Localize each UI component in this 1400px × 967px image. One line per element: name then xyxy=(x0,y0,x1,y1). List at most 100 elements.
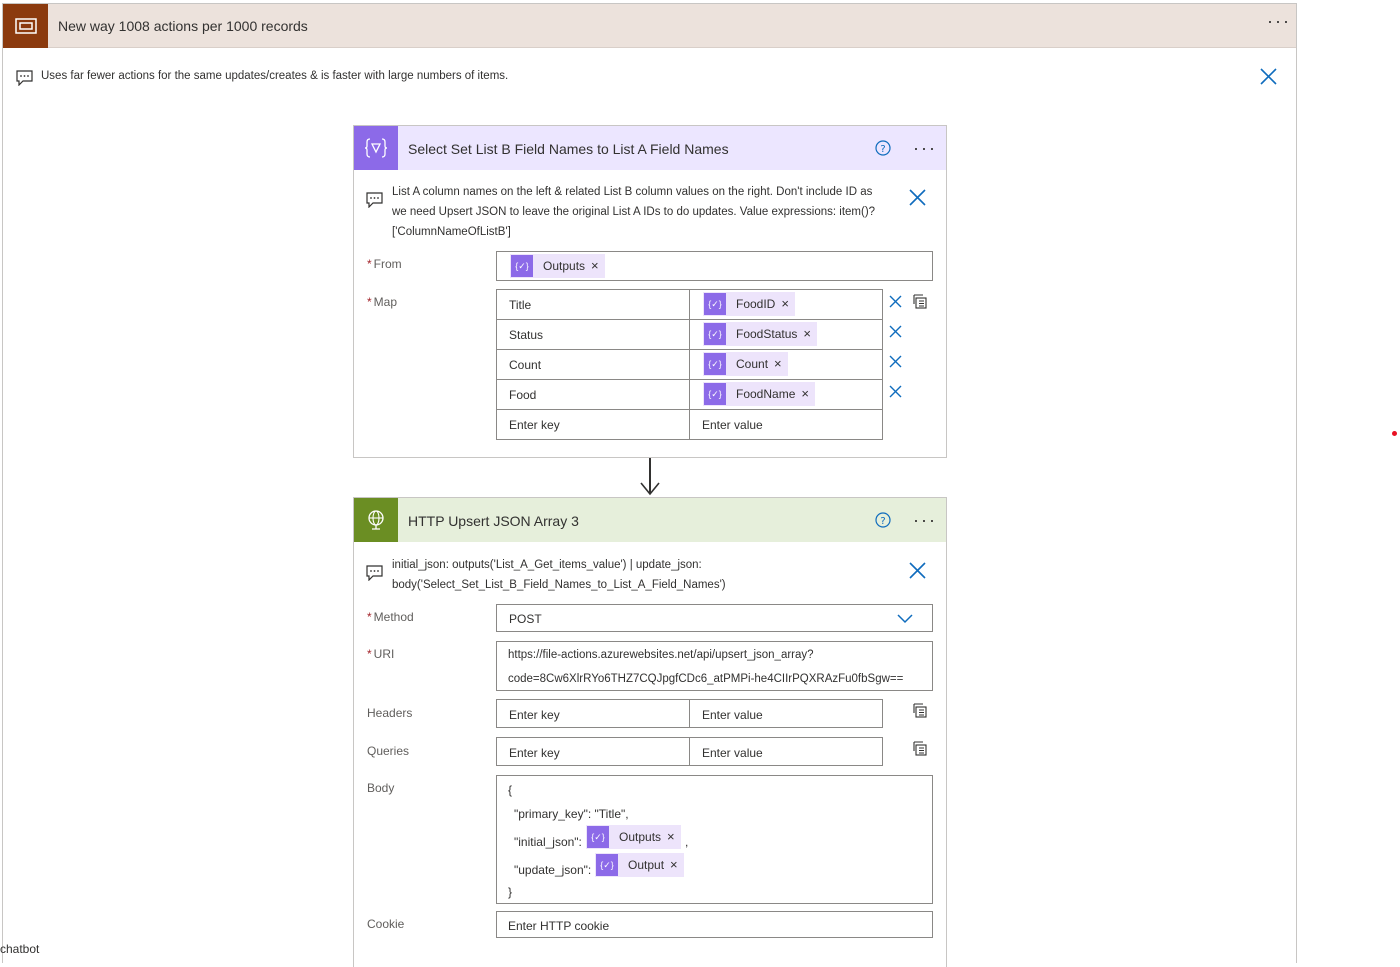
from-outputs-token[interactable]: {✓} Outputs × xyxy=(510,254,605,278)
scope-more-options-icon[interactable]: ··· xyxy=(1267,12,1291,30)
uri-line-2: code=8Cw6XlrRYo6THZ7CQJpgfCDc6_atPMPi-he… xyxy=(508,673,904,685)
body-open-brace: { xyxy=(508,783,513,797)
comment-icon xyxy=(16,70,33,86)
uri-input[interactable]: https://file-actions.azurewebsites.net/a… xyxy=(496,641,933,691)
headers-key-input[interactable]: Enter key xyxy=(496,699,690,728)
select-action-header[interactable]: Select Set List B Field Names to List A … xyxy=(354,126,946,170)
svg-text:?: ? xyxy=(880,144,885,155)
body-label: Body xyxy=(367,781,395,795)
map-key-input[interactable]: Count xyxy=(496,349,690,380)
chevron-down-icon[interactable] xyxy=(897,614,913,624)
map-key-text: Food xyxy=(509,388,537,402)
http-comment-line-1: initial_json: outputs('List_A_Get_items_… xyxy=(392,559,702,571)
body-initial-outputs-token[interactable]: {✓} Outputs × xyxy=(586,825,681,849)
expression-icon: {✓} xyxy=(587,826,609,848)
remove-token-icon[interactable]: × xyxy=(670,858,678,871)
map-value-input[interactable]: {✓} FoodStatus × xyxy=(689,319,883,350)
select-action-card: Select Set List B Field Names to List A … xyxy=(353,125,947,458)
method-value: POST xyxy=(509,612,542,626)
placeholder-text: Enter key xyxy=(509,708,560,722)
switch-to-text-mode-icon[interactable] xyxy=(913,703,928,718)
cookie-label: Cookie xyxy=(367,917,405,931)
select-action-title: Select Set List B Field Names to List A … xyxy=(408,141,729,157)
delete-row-icon[interactable] xyxy=(889,295,902,308)
map-new-value-input[interactable]: Enter value xyxy=(689,409,883,440)
headers-value-input[interactable]: Enter value xyxy=(689,699,883,728)
close-comment-icon[interactable] xyxy=(909,562,926,579)
comment-icon xyxy=(366,192,383,208)
uri-line-1: https://file-actions.azurewebsites.net/a… xyxy=(508,649,814,661)
map-key-input[interactable]: Title xyxy=(496,289,690,320)
map-value-input[interactable]: {✓} FoodName × xyxy=(689,379,883,410)
uri-label: * URI xyxy=(367,647,395,661)
queries-key-input[interactable]: Enter key xyxy=(496,737,690,766)
http-action-title: HTTP Upsert JSON Array 3 xyxy=(408,513,579,529)
token-label: Count xyxy=(736,357,769,371)
token-label: FoodID xyxy=(736,297,776,311)
scope-header[interactable]: New way 1008 actions per 1000 records ··… xyxy=(3,4,1296,48)
method-select[interactable]: POST xyxy=(496,604,933,632)
expression-icon: {✓} xyxy=(704,353,726,375)
http-more-options-icon[interactable]: ··· xyxy=(913,511,937,529)
chatbot-label[interactable]: chatbot xyxy=(0,942,39,956)
body-update-output-token[interactable]: {✓} Output × xyxy=(595,853,684,877)
remove-token-icon[interactable]: × xyxy=(591,259,599,272)
map-key-text: Status xyxy=(509,328,544,342)
delete-row-icon[interactable] xyxy=(889,385,902,398)
placeholder-text: Enter value xyxy=(702,418,763,432)
body-comma: , xyxy=(685,835,689,849)
map-key-input[interactable]: Food xyxy=(496,379,690,410)
select-comment-line-3: ['ColumnNameOfListB'] xyxy=(392,226,511,238)
queries-label: Queries xyxy=(367,744,410,758)
token-label: Outputs xyxy=(619,830,662,844)
connector-arrow-icon xyxy=(640,482,660,496)
body-update-json-key: "update_json": xyxy=(514,863,592,877)
placeholder-text: Enter value xyxy=(702,708,763,722)
http-comment-line-2: body('Select_Set_List_B_Field_Names_to_L… xyxy=(392,579,726,591)
expression-icon: {✓} xyxy=(704,383,726,405)
http-action-header[interactable]: HTTP Upsert JSON Array 3 ? ··· xyxy=(354,498,946,542)
body-primary-key-line: "primary_key": "Title", xyxy=(514,807,629,821)
queries-value-input[interactable]: Enter value xyxy=(689,737,883,766)
scope-icon xyxy=(3,4,48,48)
scope-comment: Uses far fewer actions for the same upda… xyxy=(3,54,1296,94)
scope-comment-text: Uses far fewer actions for the same upda… xyxy=(41,70,509,82)
svg-text:?: ? xyxy=(880,516,885,527)
map-value-token[interactable]: {✓} Count × xyxy=(703,352,788,376)
map-value-input[interactable]: {✓} Count × xyxy=(689,349,883,380)
remove-token-icon[interactable]: × xyxy=(774,357,782,370)
red-dot-marker xyxy=(1392,431,1397,436)
from-input[interactable]: {✓} Outputs × xyxy=(496,251,933,281)
map-key-text: Count xyxy=(509,358,542,372)
remove-token-icon[interactable]: × xyxy=(667,830,675,843)
expression-icon: {✓} xyxy=(596,854,618,876)
help-icon[interactable]: ? xyxy=(875,512,891,528)
close-comment-icon[interactable] xyxy=(909,189,926,206)
delete-row-icon[interactable] xyxy=(889,325,902,338)
globe-icon xyxy=(354,498,398,542)
map-value-token[interactable]: {✓} FoodID × xyxy=(703,292,795,316)
switch-to-text-mode-icon[interactable] xyxy=(913,741,928,756)
placeholder-text: Enter HTTP cookie xyxy=(508,919,610,933)
remove-token-icon[interactable]: × xyxy=(781,297,789,310)
remove-token-icon[interactable]: × xyxy=(801,387,809,400)
remove-token-icon[interactable]: × xyxy=(803,327,811,340)
comment-icon xyxy=(366,565,383,581)
headers-label: Headers xyxy=(367,706,413,720)
map-key-input[interactable]: Status xyxy=(496,319,690,350)
help-icon[interactable]: ? xyxy=(875,140,891,156)
map-value-token[interactable]: {✓} FoodName × xyxy=(703,382,815,406)
expression-icon: {✓} xyxy=(704,293,726,315)
data-operation-icon xyxy=(354,126,398,170)
map-value-input[interactable]: {✓} FoodID × xyxy=(689,289,883,320)
body-close-brace: } xyxy=(508,885,513,899)
map-value-token[interactable]: {✓} FoodStatus × xyxy=(703,322,817,346)
close-comment-icon[interactable] xyxy=(1260,68,1277,85)
switch-to-text-mode-icon[interactable] xyxy=(913,294,928,309)
select-more-options-icon[interactable]: ··· xyxy=(913,139,937,157)
delete-row-icon[interactable] xyxy=(889,355,902,368)
cookie-input[interactable]: Enter HTTP cookie xyxy=(496,911,933,938)
map-new-key-input[interactable]: Enter key xyxy=(496,409,690,440)
body-input[interactable]: { "primary_key": "Title", "initial_json"… xyxy=(496,775,933,904)
token-label: Outputs xyxy=(543,259,586,273)
